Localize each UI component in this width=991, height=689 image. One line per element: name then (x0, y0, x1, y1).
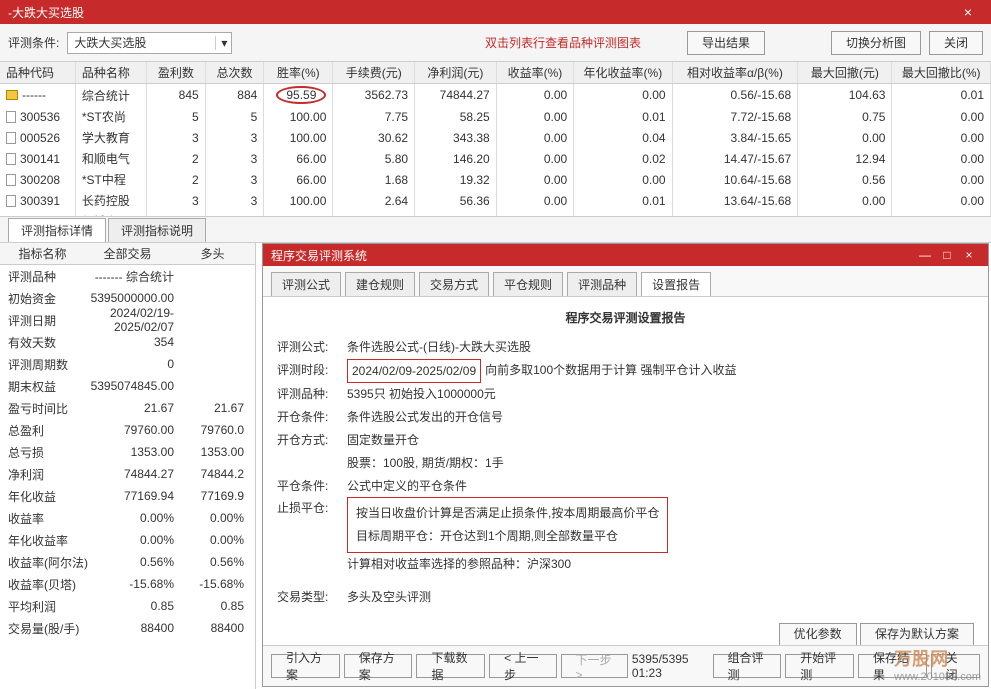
minimize-icon[interactable]: — (914, 248, 936, 262)
detail-col-all: 全部交易 (85, 243, 170, 264)
doc-icon (6, 174, 16, 186)
detail-col-name: 指标名称 (0, 243, 85, 264)
detail-row: 年化收益率0.00%0.00% (0, 529, 255, 551)
col-header[interactable]: 品种名称 (75, 62, 146, 84)
detail-row: 总亏损1353.001353.00 (0, 441, 255, 463)
condition-label: 评测条件: (8, 34, 59, 51)
col-header[interactable]: 年化收益率(%) (574, 62, 672, 84)
col-header[interactable]: 净利润(元) (415, 62, 497, 84)
doc-icon (6, 195, 16, 207)
next-button[interactable]: 下一步 > (561, 654, 628, 678)
tab-explain[interactable]: 评测指标说明 (108, 218, 206, 242)
optimize-button[interactable]: 优化参数 (779, 623, 857, 645)
dlg-tab[interactable]: 建仓规则 (345, 272, 415, 296)
col-header[interactable]: 胜率(%) (264, 62, 333, 84)
col-header[interactable]: 相对收益率α/β(%) (672, 62, 798, 84)
lower-tabs: 评测指标详情 评测指标说明 (0, 217, 991, 243)
dlg-tab[interactable]: 评测品种 (567, 272, 637, 296)
detail-row: 平均利润0.850.85 (0, 595, 255, 617)
detail-row: 总盈利79760.0079760.0 (0, 419, 255, 441)
detail-row: 有效天数354 (0, 331, 255, 353)
dlg-tab[interactable]: 交易方式 (419, 272, 489, 296)
save-default-button[interactable]: 保存为默认方案 (860, 623, 974, 645)
detail-panel: 指标名称 全部交易 多头 评测品种------- 综合统计初始资金5395000… (0, 243, 256, 689)
table-row[interactable]: 000526学大教育33100.0030.62343.380.000.043.8… (0, 127, 991, 148)
hint-text: 双击列表行查看品种评测图表 (485, 34, 641, 51)
dialog-footer: 引入方案 保存方案 下载数据 < 上一步 下一步 > 5395/5395 01:… (263, 645, 988, 686)
dlg-close-button[interactable]: 关闭 (931, 654, 980, 678)
save-result-button[interactable]: 保存结果 (858, 654, 927, 678)
doc-icon (6, 153, 16, 165)
detail-row: 评测周期数0 (0, 353, 255, 375)
detail-row: 收益率0.00%0.00% (0, 507, 255, 529)
close-icon[interactable]: × (953, 4, 983, 20)
table-row[interactable]: 300208*ST中程2366.001.6819.320.000.0010.64… (0, 169, 991, 190)
detail-row: 收益率(贝塔)-15.68%-15.68% (0, 573, 255, 595)
detail-row: 评测日期2024/02/19-2025/02/07 (0, 309, 255, 331)
doc-icon (6, 111, 16, 123)
folder-icon (6, 90, 18, 100)
col-header[interactable]: 最大回撤比(%) (892, 62, 991, 84)
detail-row: 年化收益77169.9477169.9 (0, 485, 255, 507)
window-titlebar: -大跌大买选股 × (0, 0, 991, 24)
stoploss-box: 按当日收盘价计算是否满足止损条件,按本周期最高价平仓 目标周期平仓：开仓达到1个… (347, 497, 668, 553)
detail-row: 评测品种------- 综合统计 (0, 265, 255, 287)
detail-row: 净利润74844.2774844.2 (0, 463, 255, 485)
close-button[interactable]: 关闭 (929, 31, 983, 55)
switch-chart-button[interactable]: 切换分析图 (831, 31, 921, 55)
date-range-box: 2024/02/09-2025/02/09 (347, 359, 481, 384)
maximize-icon[interactable]: □ (936, 248, 958, 262)
settings-dialog: 程序交易评测系统 — □ × 评测公式建仓规则交易方式平仓规则评测品种设置报告 … (262, 243, 989, 687)
dialog-title: 程序交易评测系统 (271, 247, 914, 264)
col-header[interactable]: 手续费(元) (333, 62, 415, 84)
prev-button[interactable]: < 上一步 (489, 654, 556, 678)
detail-row: 收益率(阿尔法)0.56%0.56% (0, 551, 255, 573)
detail-row: 盈亏时间比21.6721.67 (0, 397, 255, 419)
table-row[interactable]: 300141和顺电气2366.005.80146.200.000.0214.47… (0, 148, 991, 169)
report-title: 程序交易评测设置报告 (277, 307, 974, 330)
table-row[interactable]: ------综合统计84588495.593562.7374844.270.00… (0, 84, 991, 107)
dialog-body: 程序交易评测设置报告 评测公式:条件选股公式-(日线)-大跌大买选股 评测时段:… (263, 297, 988, 645)
winrate-highlight: 95.59 (276, 86, 326, 104)
download-button[interactable]: 下载数据 (416, 654, 485, 678)
col-header[interactable]: 最大回撤(元) (798, 62, 892, 84)
col-header[interactable]: 收益率(%) (496, 62, 573, 84)
detail-row: 交易量(股/手)8840088400 (0, 617, 255, 639)
toolbar: 评测条件: 大跌大买选股 ▾ 双击列表行查看品种评测图表 导出结果 切换分析图 … (0, 24, 991, 62)
progress-status: 5395/5395 01:23 (632, 652, 705, 680)
detail-row: 期末权益5395074845.00 (0, 375, 255, 397)
doc-icon (6, 132, 16, 144)
save-plan-button[interactable]: 保存方案 (344, 654, 413, 678)
dialog-tabs: 评测公式建仓规则交易方式平仓规则评测品种设置报告 (263, 266, 988, 297)
combo-test-button[interactable]: 组合评测 (713, 654, 782, 678)
chevron-down-icon: ▾ (215, 36, 227, 50)
table-row[interactable]: 300536*ST农尚55100.007.7558.250.000.017.72… (0, 106, 991, 127)
import-button[interactable]: 引入方案 (271, 654, 340, 678)
dlg-tab[interactable]: 平仓规则 (493, 272, 563, 296)
detail-col-long: 多头 (170, 243, 255, 264)
col-header[interactable]: 总次数 (205, 62, 264, 84)
dialog-close-icon[interactable]: × (958, 248, 980, 262)
col-header[interactable]: 盈利数 (147, 62, 206, 84)
condition-value: 大跌大买选股 (74, 34, 146, 51)
table-row[interactable]: 300391长药控股33100.002.6456.360.000.0113.64… (0, 190, 991, 211)
start-test-button[interactable]: 开始评测 (785, 654, 854, 678)
condition-dropdown[interactable]: 大跌大买选股 ▾ (67, 32, 232, 54)
col-header[interactable]: 品种代码 (0, 62, 75, 84)
window-title: -大跌大买选股 (8, 4, 953, 21)
tab-detail[interactable]: 评测指标详情 (8, 218, 106, 242)
result-table: 品种代码品种名称盈利数总次数胜率(%)手续费(元)净利润(元)收益率(%)年化收… (0, 62, 991, 217)
dlg-tab[interactable]: 设置报告 (641, 272, 711, 296)
export-button[interactable]: 导出结果 (687, 31, 765, 55)
dlg-tab[interactable]: 评测公式 (271, 272, 341, 296)
